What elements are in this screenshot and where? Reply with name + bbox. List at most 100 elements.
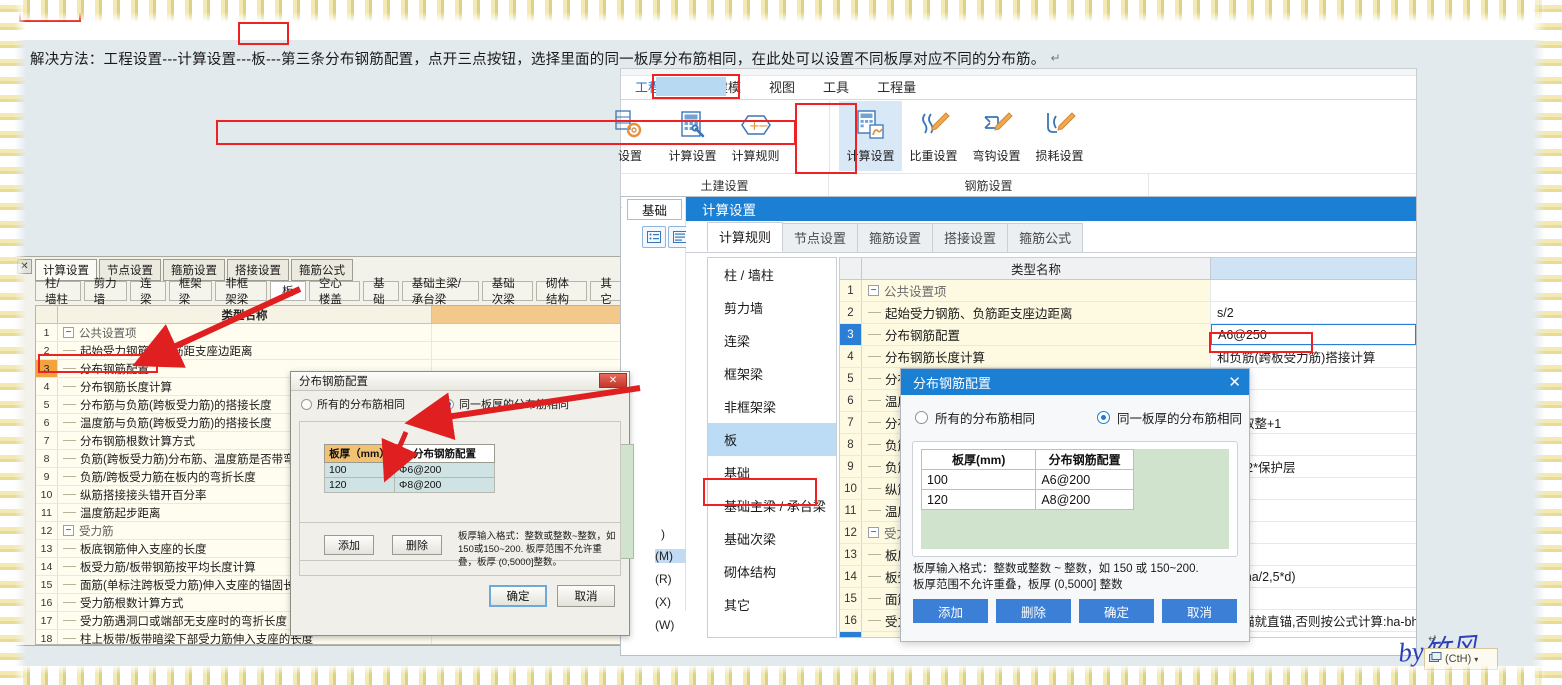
- delete-button[interactable]: 删除: [996, 599, 1071, 624]
- legacy-radio-all-same[interactable]: 所有的分布筋相同: [301, 396, 405, 412]
- ribbon-group-label-row: 土建设置 钢筋设置: [621, 173, 1416, 196]
- legacy-delete-button[interactable]: 删除: [392, 535, 442, 555]
- tree-leaf-icon: [63, 440, 76, 441]
- table-row[interactable]: 2 起始受力钢筋、负筋距支座边距离 s/2: [840, 302, 1416, 324]
- menu-fragment-1[interactable]: (M): [655, 549, 686, 563]
- category-item-frame-beam[interactable]: 框架梁: [708, 357, 836, 390]
- table-row[interactable]: 120 A8@200: [920, 489, 1134, 510]
- legacy-subtab-foundation-main-beam[interactable]: 基础主梁/承台梁: [401, 278, 479, 306]
- tab-node-settings[interactable]: 节点设置: [782, 223, 859, 252]
- cell-config[interactable]: A8@200: [1035, 489, 1134, 510]
- grid-rownum: 7: [840, 412, 862, 433]
- legacy-cell-config[interactable]: Φ6@200: [394, 462, 495, 478]
- ribbon-button-civil-calc-rules[interactable]: + − 计算规则: [724, 101, 787, 171]
- category-item-column[interactable]: 柱 / 墙柱: [708, 258, 836, 291]
- grid-value[interactable]: s/2: [1211, 302, 1416, 323]
- radio-all-same[interactable]: 所有的分布筋相同: [915, 408, 1035, 427]
- legacy-cell-thickness[interactable]: 120: [324, 477, 395, 493]
- ok-button[interactable]: 确定: [1079, 599, 1154, 624]
- legacy-grid-rownum: 14: [36, 558, 58, 575]
- table-row[interactable]: 120 Φ8@200: [324, 477, 495, 493]
- table-row[interactable]: 1− 公共设置项: [36, 324, 629, 342]
- cell-config[interactable]: A6@200: [1035, 469, 1134, 490]
- list-view-icon[interactable]: [642, 226, 666, 248]
- ribbon-button-settings[interactable]: 设置: [599, 101, 661, 171]
- ribbon-tab-quantity[interactable]: 工程量: [863, 76, 930, 99]
- tab-calculation-rules[interactable]: 计算规则: [707, 222, 784, 252]
- table-row[interactable]: 100 A6@200: [920, 469, 1134, 490]
- menu-fragment-0[interactable]: ): [661, 527, 665, 541]
- legacy-subtab-nonframe-beam[interactable]: 非框架梁: [215, 278, 267, 306]
- radio-same-thickness[interactable]: 同一板厚的分布筋相同: [1097, 408, 1242, 427]
- category-item-foundation[interactable]: 基础: [708, 456, 836, 489]
- legacy-add-button[interactable]: 添加: [324, 535, 374, 555]
- legacy-subtab-coupling-beam[interactable]: 连梁: [130, 278, 166, 306]
- legacy-cell-thickness[interactable]: 100: [324, 462, 395, 478]
- category-item-slab[interactable]: 板: [708, 423, 836, 456]
- legacy-ok-button[interactable]: 确定: [489, 585, 547, 607]
- menu-fragment-3[interactable]: (X): [655, 595, 671, 609]
- ribbon-tab-tools[interactable]: 工具: [809, 76, 863, 99]
- table-row[interactable]: 100 Φ6@200: [324, 462, 495, 478]
- tab-lap-settings[interactable]: 搭接设置: [932, 223, 1009, 252]
- legacy-grid-value[interactable]: [432, 324, 629, 341]
- ribbon-button-rebar-calc-settings[interactable]: 计算设置: [839, 101, 902, 171]
- ribbon-button-hook-settings[interactable]: 弯钩设置: [965, 101, 1028, 171]
- category-item-foundation-secondary-beam[interactable]: 基础次梁: [708, 522, 836, 555]
- legacy-subtab-foundation-secondary-beam[interactable]: 基础次梁: [481, 278, 534, 306]
- category-item-nonframe-beam[interactable]: 非框架梁: [708, 390, 836, 423]
- ime-status-bar[interactable]: (CtH) ▾: [1424, 648, 1498, 670]
- table-row[interactable]: 3 分布钢筋配置 A6@250: [840, 324, 1416, 346]
- grid-value[interactable]: 和负筋(跨板受力筋)搭接计算: [1211, 346, 1416, 367]
- category-item-other[interactable]: 其它: [708, 588, 836, 621]
- legacy-cell-config[interactable]: Φ8@200: [394, 477, 495, 493]
- chevron-down-icon[interactable]: ▾: [621, 204, 622, 215]
- tab-stirrup-formula[interactable]: 箍筋公式: [1007, 223, 1084, 252]
- legacy-subtab-shearwall[interactable]: 剪力墙: [83, 278, 128, 306]
- table-row[interactable]: 4 分布钢筋长度计算 和负筋(跨板受力筋)搭接计算: [840, 346, 1416, 368]
- grid-value-editing[interactable]: A6@250: [1211, 324, 1416, 345]
- menu-fragment-2[interactable]: (R): [655, 572, 672, 586]
- ribbon-button-weight-settings[interactable]: 比重设置: [902, 101, 965, 171]
- dialog-button-row: 添加 删除 确定 取消: [901, 593, 1249, 624]
- legacy-subtab-column[interactable]: 柱/墙柱: [35, 278, 81, 306]
- legacy-grid-value[interactable]: [432, 342, 629, 359]
- ribbon-tab-view[interactable]: 视图: [755, 76, 809, 99]
- category-item-masonry[interactable]: 砌体结构: [708, 555, 836, 588]
- chevron-down-icon[interactable]: ▾: [1474, 655, 1478, 664]
- ribbon-button-rebar-calc-settings-label: 计算设置: [846, 149, 895, 163]
- close-icon[interactable]: ✕: [599, 373, 627, 388]
- legacy-col-thickness: 板厚（mm）: [324, 444, 395, 463]
- legacy-subtab-hollow-floor[interactable]: 空心楼盖: [308, 278, 361, 306]
- cancel-button[interactable]: 取消: [1162, 599, 1237, 624]
- close-icon[interactable]: ✕: [1228, 375, 1241, 390]
- grid-value[interactable]: [1211, 280, 1416, 301]
- ribbon-button-civil-calc-settings[interactable]: 计算设置: [661, 101, 724, 171]
- tree-collapse-icon[interactable]: −: [868, 527, 879, 538]
- cell-thickness[interactable]: 120: [920, 489, 1037, 510]
- legacy-grid-rownum: 9: [36, 468, 58, 485]
- legacy-subtab-slab[interactable]: 板: [269, 281, 306, 301]
- tree-collapse-icon[interactable]: −: [63, 525, 74, 536]
- ribbon-button-loss-settings[interactable]: 损耗设置: [1028, 101, 1091, 171]
- breadcrumb-foundation[interactable]: 基础: [627, 199, 682, 220]
- tree-collapse-icon[interactable]: −: [868, 285, 879, 296]
- tab-stirrup-settings[interactable]: 箍筋设置: [857, 223, 934, 252]
- table-row[interactable]: 1 − 公共设置项: [840, 280, 1416, 302]
- legacy-subtab-masonry[interactable]: 砌体结构: [536, 278, 588, 306]
- legacy-radio-same-thickness[interactable]: 同一板厚的分布筋相同: [443, 396, 569, 412]
- category-item-shearwall[interactable]: 剪力墙: [708, 291, 836, 324]
- add-button[interactable]: 添加: [913, 599, 988, 624]
- table-row[interactable]: 2 起始受力钢筋、负筋距支座边距离: [36, 342, 629, 360]
- category-item-foundation-main-beam[interactable]: 基础主梁 / 承台梁: [708, 489, 836, 522]
- category-item-coupling-beam[interactable]: 连梁: [708, 324, 836, 357]
- menu-fragment-4[interactable]: (W): [655, 618, 674, 632]
- cell-thickness[interactable]: 100: [920, 469, 1037, 490]
- legacy-cancel-button[interactable]: 取消: [557, 585, 615, 607]
- legacy-subtab-foundation[interactable]: 基础: [363, 278, 399, 306]
- legacy-grid-group-cell: − 公共设置项: [58, 324, 432, 341]
- tree-collapse-icon[interactable]: −: [63, 327, 74, 338]
- legacy-subtab-frame-beam[interactable]: 框架梁: [168, 278, 213, 306]
- close-icon[interactable]: ✕: [17, 259, 32, 274]
- legacy-grid-rownum: 3: [36, 360, 58, 377]
